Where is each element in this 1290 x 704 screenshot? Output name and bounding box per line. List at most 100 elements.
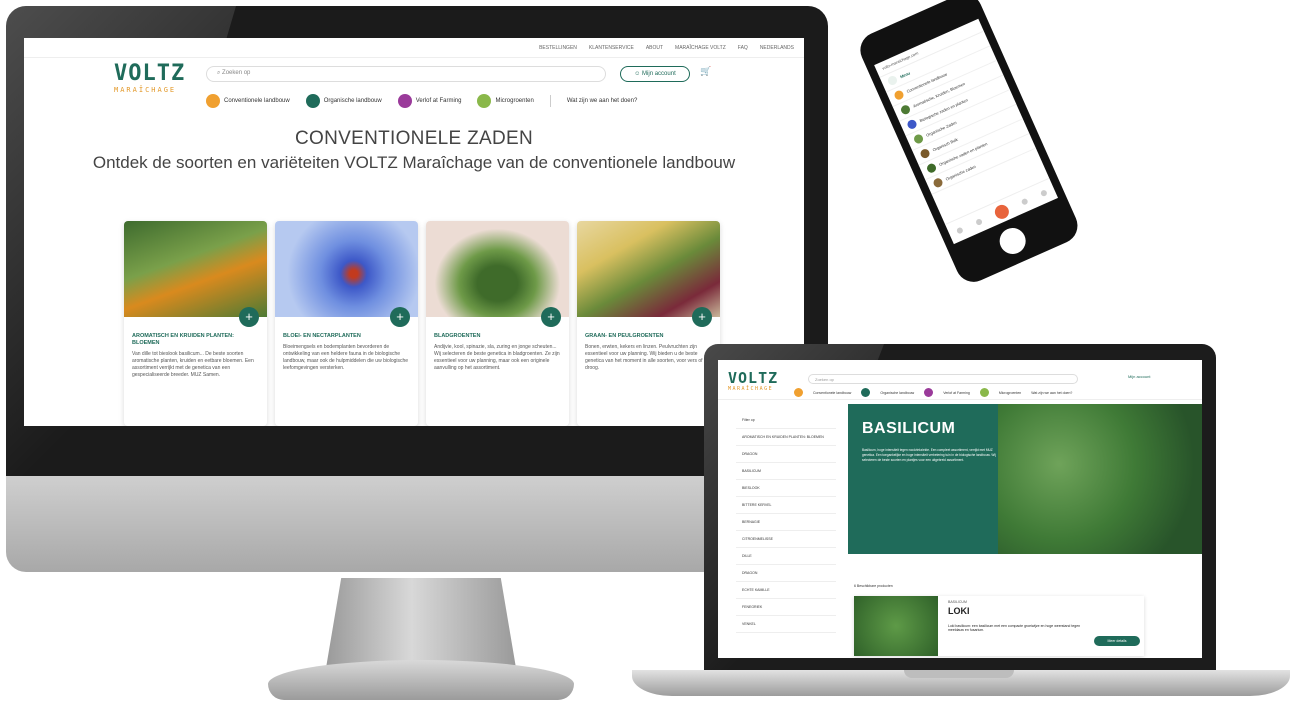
category-icon (477, 94, 492, 108)
category-icon (899, 103, 912, 116)
logo-wordmark: VOLTZ (114, 61, 186, 86)
search-placeholder: Zoeken op (222, 70, 251, 76)
sidebar-item[interactable]: DILLE (736, 548, 836, 565)
category-nav: Conventionele landbouw Organische landbo… (794, 388, 1072, 397)
sidebar-item[interactable]: BERNAGIE (736, 514, 836, 531)
category-organic[interactable]: Organische landbouw (305, 94, 382, 108)
category-label: Verlof at Farming (415, 98, 462, 104)
category-nav: Conventionele landbouw Organische landbo… (206, 94, 637, 108)
category-card[interactable]: + BLOEI- EN NECTARPLANTEN Bloeimengsels … (275, 221, 418, 426)
sidebar-item[interactable]: VENKEL (736, 616, 836, 633)
category-icon (912, 133, 925, 145)
sidebar-item[interactable]: CITROENMELISSE (736, 531, 836, 548)
laptop: VOLTZ MARAÎCHAGE Zoeken op Mijn account … (632, 338, 1290, 704)
card-text: Van dille tot bieslook basilicum... De b… (132, 351, 254, 378)
about-link[interactable]: Wat zijn we aan het doen? (1031, 391, 1072, 395)
sidebar-item[interactable]: BITTERE KERVEL (736, 497, 836, 514)
about-link[interactable]: Wat zijn we aan het doen? (567, 98, 638, 104)
category-icon (397, 94, 412, 108)
user-icon[interactable] (1020, 197, 1029, 206)
category-card[interactable]: + BLADGROENTEN Andijvie, kool, spinazie,… (426, 221, 569, 426)
sidebar-item[interactable]: ECHTE KAMILLE (736, 582, 836, 599)
sidebar-category[interactable]: AROMATISCH EN KRUIDEN PLANTEN: BLOEMEN (736, 429, 836, 446)
category-label: Microgroenten (495, 98, 534, 104)
sidebar-item[interactable]: DRAGON (736, 446, 836, 463)
sidebar-item[interactable]: BASILICUM (736, 463, 836, 480)
language-selector[interactable]: NEDERLANDS (760, 45, 794, 51)
account-button[interactable]: ☺ Mijn account (620, 66, 690, 82)
logo-wordmark: VOLTZ (728, 369, 779, 387)
plus-icon[interactable]: + (390, 307, 410, 327)
phone-body: voltz-maraichage.com Menu Conventionele … (854, 0, 1084, 288)
category-label[interactable]: Organische landbouw (880, 391, 914, 395)
topbar-link[interactable]: FAQ (738, 45, 748, 51)
home-icon[interactable] (955, 226, 964, 235)
category-icon (924, 388, 934, 397)
filter-input[interactable]: Filter op (736, 412, 836, 429)
search-input[interactable]: ⌕ Zoeken op (206, 66, 606, 82)
plus-icon[interactable]: + (541, 307, 561, 327)
category-icon (794, 388, 803, 397)
monitor-stand-base (268, 660, 574, 700)
card-image-herbs (124, 221, 267, 317)
topbar-link[interactable]: BESTELLINGEN (539, 45, 577, 51)
search-input[interactable]: Zoeken op (808, 374, 1078, 384)
search-icon[interactable] (974, 217, 983, 226)
topbar-link[interactable]: KLANTENSERVICE (589, 45, 634, 51)
category-banner: BASILICUM Basilicum, hoge intensiteit te… (848, 404, 998, 554)
topbar-link[interactable]: ABOUT (646, 45, 663, 51)
cart-icon[interactable]: 🛒 (698, 66, 714, 82)
category-icon (925, 162, 938, 175)
menu-icon (886, 74, 899, 87)
page-hero: CONVENTIONELE ZADEN Ontdek de soorten en… (24, 122, 804, 174)
category-label[interactable]: Microgroenten (999, 391, 1021, 395)
cart-icon[interactable] (992, 202, 1011, 221)
laptop-screen: VOLTZ MARAÎCHAGE Zoeken op Mijn account … (718, 360, 1202, 658)
sidebar-item[interactable]: DRAGON (736, 565, 836, 582)
banner-text: Basilicum, hoge intensiteit tegen roodvl… (862, 448, 996, 462)
site-logo[interactable]: VOLTZ MARAÎCHAGE (114, 61, 186, 95)
user-icon: ☺ (634, 71, 643, 77)
nav-divider (549, 95, 551, 107)
category-conventional[interactable]: Conventionele landbouw (206, 94, 290, 108)
sidebar-item[interactable]: FENEGRIEK (736, 599, 836, 616)
menu-icon[interactable] (1040, 188, 1048, 197)
product-description: Loki basilicum: een basilicum met een co… (948, 624, 1081, 632)
category-icon (906, 118, 918, 131)
menu-label: Menu (899, 70, 911, 80)
product-name: LOKI (948, 606, 970, 616)
category-card[interactable]: + AROMATISCH EN KRUIDEN PLANTEN: BLOEMEN… (124, 221, 267, 426)
smartphone: voltz-maraichage.com Menu Conventionele … (827, 0, 1119, 318)
topbar-link[interactable]: MARAÎCHAGE VOLTZ (675, 45, 726, 51)
account-label: Mijn account (642, 71, 676, 77)
banner-title: BASILICUM (862, 420, 956, 437)
plus-icon[interactable]: + (692, 307, 712, 327)
phone-home-button[interactable] (995, 223, 1030, 259)
laptop-notch (904, 670, 1014, 678)
card-text: Bloeimengsels en bodemplanten bevorderen… (283, 344, 409, 371)
card-image-flowers (275, 221, 418, 317)
results-count: 6 Beschikbare producten (854, 584, 893, 588)
monitor-stand-neck (326, 578, 516, 668)
category-label[interactable]: Verlof at Farming (943, 391, 970, 395)
phone-screen: voltz-maraichage.com Menu Conventionele … (874, 18, 1059, 245)
product-image (854, 596, 938, 656)
category-label[interactable]: Conventionele landbouw (813, 391, 851, 395)
category-icon (305, 94, 320, 108)
sidebar-item[interactable]: BIESLOOK (736, 480, 836, 497)
category-icon (919, 147, 931, 160)
site-header: VOLTZ MARAÎCHAGE ⌕ Zoeken op ☺ Mijn acco… (24, 58, 804, 122)
logo-tagline: MARAÎCHAGE (728, 386, 774, 392)
laptop-site-header: VOLTZ MARAÎCHAGE Zoeken op Mijn account … (718, 360, 1202, 400)
filter-sidebar: Filter op AROMATISCH EN KRUIDEN PLANTEN:… (736, 412, 836, 633)
category-icon (893, 89, 905, 102)
category-icon (979, 388, 989, 397)
category-farming[interactable]: Verlof at Farming (397, 94, 462, 108)
product-card[interactable]: BASILICUM LOKI Loki basilicum: een basil… (854, 596, 1144, 656)
category-microgreens[interactable]: Microgroenten (477, 94, 534, 108)
product-details-button[interactable]: Meer details (1094, 636, 1140, 646)
site-logo[interactable]: VOLTZ MARAÎCHAGE (728, 370, 778, 392)
account-button[interactable]: Mijn account (1128, 374, 1172, 384)
category-cards: + AROMATISCH EN KRUIDEN PLANTEN: BLOEMEN… (124, 221, 720, 426)
plus-icon[interactable]: + (239, 307, 259, 327)
